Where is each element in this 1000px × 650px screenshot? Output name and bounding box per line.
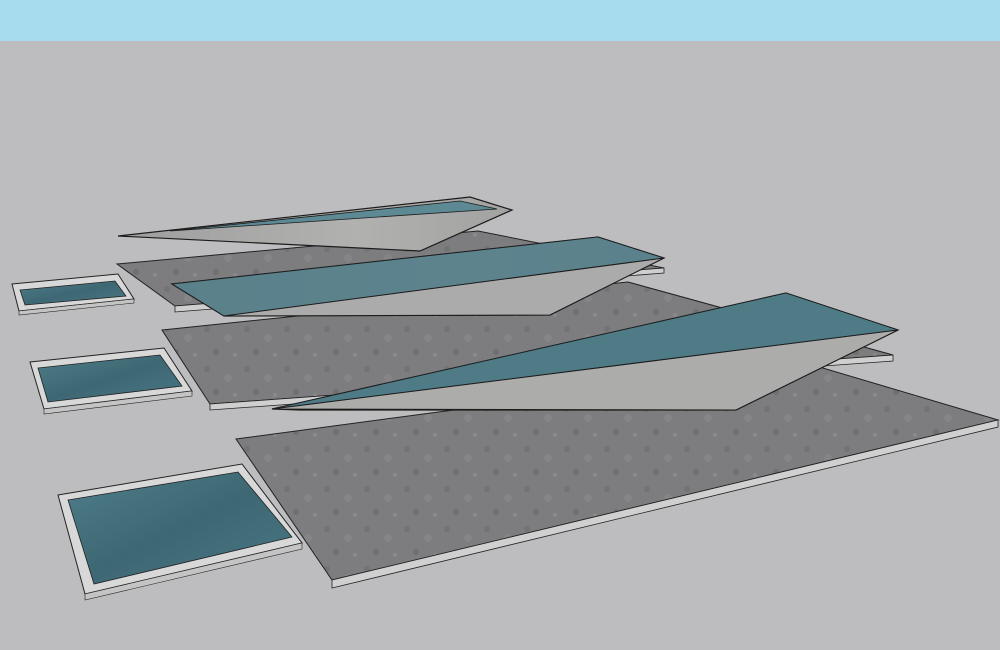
model-scene — [11, 196, 1000, 601]
3d-model-viewport[interactable] — [0, 0, 1000, 650]
pool-middle — [29, 347, 193, 415]
pool-back — [11, 273, 135, 316]
pool-front — [57, 463, 303, 601]
